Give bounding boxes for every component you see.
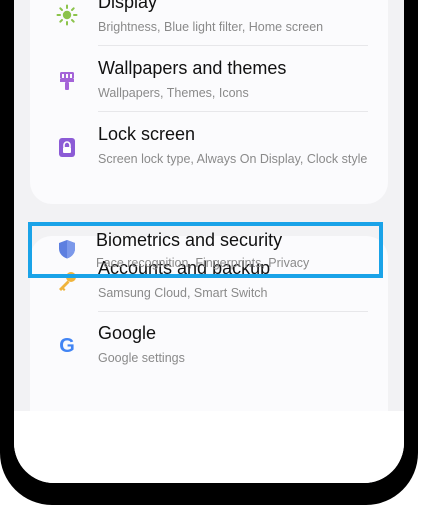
settings-item-subtitle: Brightness, Blue light filter, Home scre… <box>98 20 324 34</box>
settings-item-wallpapers-themes[interactable]: Wallpapers and themes Wallpapers, Themes… <box>30 48 388 113</box>
settings-item-title: Google <box>98 323 157 343</box>
settings-item-title: Lock screen <box>98 124 196 144</box>
settings-item-subtitle: Samsung Cloud, Smart Switch <box>98 286 268 300</box>
divider <box>98 45 368 46</box>
google-icon: G <box>56 335 78 357</box>
settings-item-lock-screen[interactable]: Lock screen Screen lock type, Always On … <box>30 114 388 179</box>
google-glyph: G <box>59 334 75 357</box>
settings-item-title: Display <box>98 0 158 12</box>
brush-icon <box>56 70 78 92</box>
settings-item-subtitle: Google settings <box>98 351 185 365</box>
settings-item-display[interactable]: Display Brightness, Blue light filter, H… <box>30 0 388 47</box>
divider <box>98 111 368 112</box>
highlight-box <box>28 222 383 278</box>
divider <box>98 311 368 312</box>
settings-item-subtitle: Screen lock type, Always On Display, Clo… <box>98 152 368 166</box>
settings-group-1: Display Brightness, Blue light filter, H… <box>30 0 388 204</box>
settings-item-title: Wallpapers and themes <box>98 58 287 78</box>
screen-bottom-area <box>14 411 404 483</box>
settings-item-subtitle: Wallpapers, Themes, Icons <box>98 86 249 100</box>
lock-icon <box>56 136 78 158</box>
sun-icon <box>56 4 78 26</box>
settings-item-google[interactable]: G Google Google settings <box>30 313 388 378</box>
